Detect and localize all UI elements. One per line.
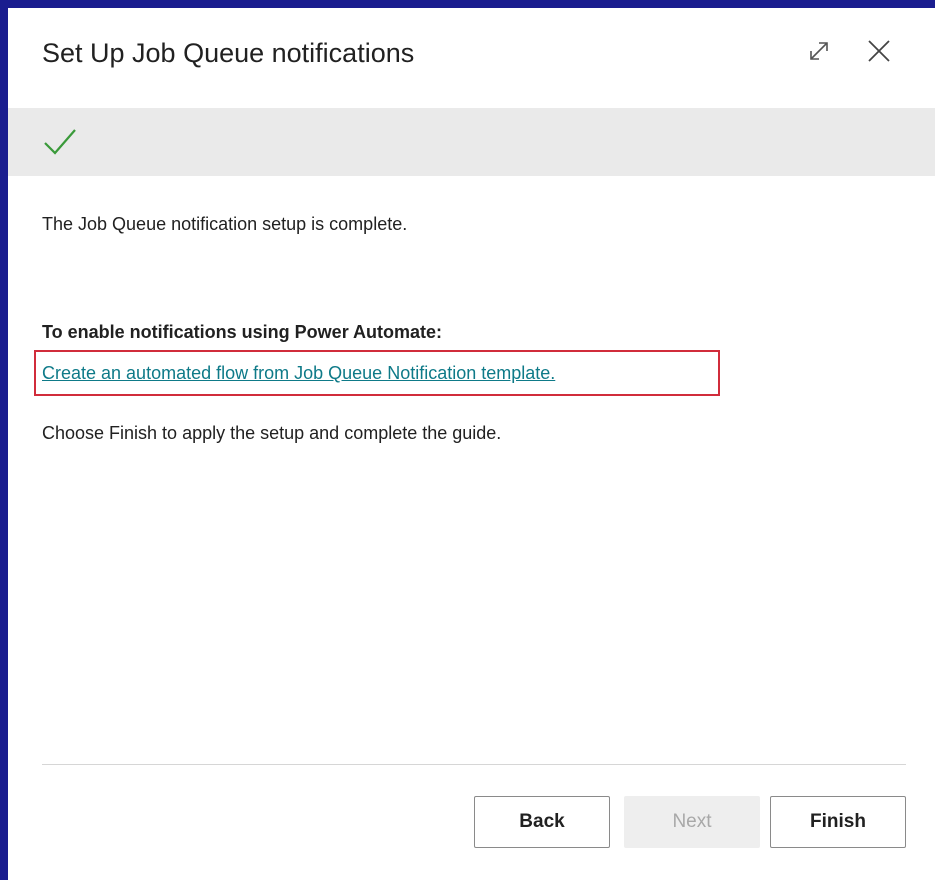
finish-button[interactable]: Finish xyxy=(770,796,906,848)
next-button[interactable]: Next xyxy=(624,796,760,848)
finish-hint-text: Choose Finish to apply the setup and com… xyxy=(42,423,502,443)
setup-dialog: Set Up Job Queue notifications The Job Q… xyxy=(8,8,935,880)
back-button[interactable]: Back xyxy=(474,796,610,848)
dialog-header: Set Up Job Queue notifications xyxy=(8,8,935,108)
setup-complete-text: The Job Queue notification setup is comp… xyxy=(42,214,408,234)
power-automate-heading: To enable notifications using Power Auto… xyxy=(42,322,443,342)
close-icon[interactable] xyxy=(864,36,894,66)
dialog-title: Set Up Job Queue notifications xyxy=(42,38,415,68)
checkmark-icon xyxy=(42,124,78,160)
highlight-box: Create an automated flow from Job Queue … xyxy=(34,350,720,396)
success-banner xyxy=(8,108,935,176)
create-flow-link[interactable]: Create an automated flow from Job Queue … xyxy=(42,363,555,384)
footer-divider xyxy=(42,764,906,765)
expand-icon[interactable] xyxy=(804,36,834,66)
